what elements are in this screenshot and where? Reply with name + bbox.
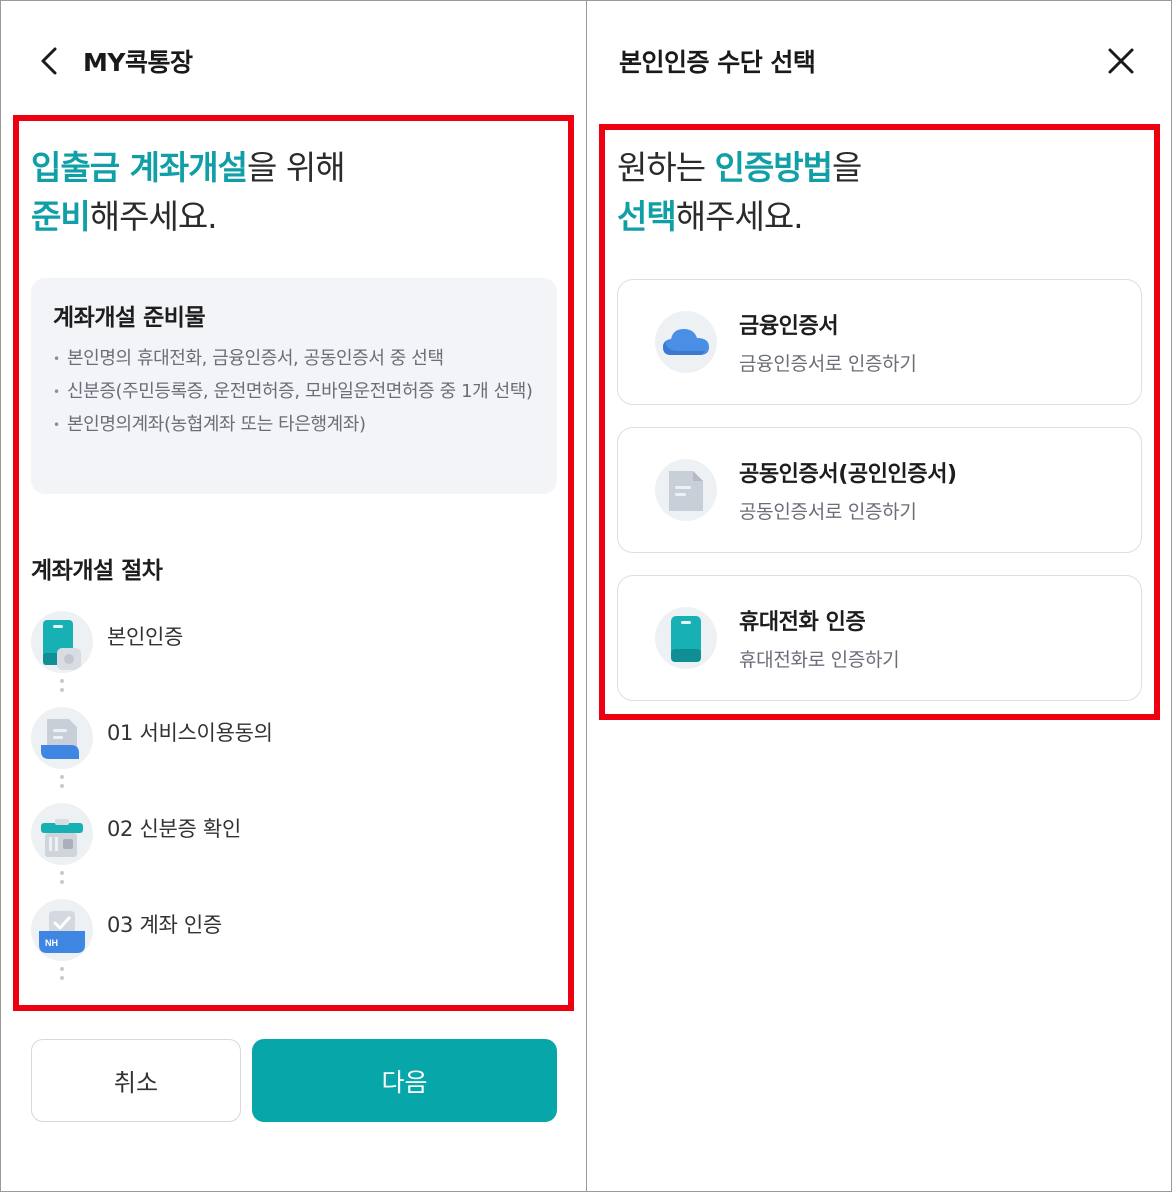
headline-accent: 입출금 계좌개설 [31, 148, 248, 187]
steps-title: 계좌개설 절차 [31, 558, 163, 584]
preparation-item: 본인명의계좌(농협계좌 또는 타은행계좌) [53, 410, 535, 440]
page-title: MY콕통장 [83, 48, 193, 77]
chevron-left-icon [41, 47, 57, 75]
step-connector [60, 967, 64, 985]
headline-text: 을 위해 [247, 148, 346, 187]
cancel-button[interactable]: 취소 [31, 1039, 241, 1122]
headline-accent: 선택 [617, 197, 677, 236]
method-card-joint-cert[interactable]: 공동인증서(공인인증서) 공동인증서로 인증하기 [617, 427, 1142, 553]
headline-text: 해주세요. [89, 197, 218, 236]
step-label: 02 신분증 확인 [107, 817, 241, 841]
close-icon [1108, 48, 1134, 74]
headline-accent: 준비 [31, 197, 91, 236]
step-item: 본인인증 [31, 611, 531, 675]
nh-account-icon: NH [31, 899, 93, 961]
method-card-phone-auth[interactable]: 휴대전화 인증 휴대전화로 인증하기 [617, 575, 1142, 701]
step-label: 03 계좌 인증 [107, 913, 222, 937]
step-connector [60, 775, 64, 793]
method-card-financial-cert[interactable]: 금융인증서 금융인증서로 인증하기 [617, 279, 1142, 405]
preparation-card: 계좌개설 준비물 본인명의 휴대전화, 금융인증서, 공동인증서 중 선택 신분… [31, 278, 557, 494]
preparation-list: 본인명의 휴대전화, 금융인증서, 공동인증서 중 선택 신분증(주민등록증, … [53, 344, 535, 440]
step-connector [60, 679, 64, 697]
app-bar: MY콕통장 [1, 1, 586, 119]
back-button[interactable] [31, 41, 67, 81]
step-connector [60, 871, 64, 889]
headline-text: 을 [832, 148, 862, 187]
app-bar: 본인인증 수단 선택 [587, 1, 1171, 119]
method-name: 금융인증서 [739, 314, 839, 339]
step-item: 02 신분증 확인 [31, 803, 531, 867]
method-description: 금융인증서로 인증하기 [739, 353, 917, 375]
close-button[interactable] [1103, 43, 1139, 79]
preparation-item: 본인명의 휴대전화, 금융인증서, 공동인증서 중 선택 [53, 344, 535, 374]
auth-method-screen: 본인인증 수단 선택 원하는 인증방법을 선택해주세요. 금융인증서 금융인증서… [586, 0, 1172, 1192]
step-label: 본인인증 [107, 625, 184, 649]
phone-auth-icon [31, 611, 93, 673]
step-label: 01 서비스이용동의 [107, 721, 273, 745]
headline-text: 원하는 [617, 148, 715, 187]
cloud-icon [655, 311, 717, 373]
step-item: NH 03 계좌 인증 [31, 899, 531, 963]
headline: 원하는 인증방법을 선택해주세요. [617, 143, 862, 241]
id-card-icon [31, 803, 93, 865]
method-name: 공동인증서(공인인증서) [739, 462, 957, 487]
document-consent-icon [31, 707, 93, 769]
account-opening-screen: MY콕통장 입출금 계좌개설을 위해 준비해주세요. 계좌개설 준비물 본인명의… [0, 0, 587, 1192]
preparation-item: 신분증(주민등록증, 운전면허증, 모바일운전면허증 중 1개 선택) [53, 377, 535, 407]
nh-icon-text: NH [45, 938, 58, 948]
headline: 입출금 계좌개설을 위해 준비해주세요. [31, 143, 346, 241]
method-name: 휴대전화 인증 [739, 610, 866, 635]
headline-text: 해주세요. [675, 197, 804, 236]
method-description: 휴대전화로 인증하기 [739, 649, 900, 671]
phone-icon [655, 607, 717, 669]
document-icon [655, 459, 717, 521]
headline-accent: 인증방법 [714, 148, 833, 187]
step-item: 01 서비스이용동의 [31, 707, 531, 771]
page-title: 본인인증 수단 선택 [619, 48, 816, 77]
next-button[interactable]: 다음 [252, 1039, 557, 1122]
preparation-card-title: 계좌개설 준비물 [53, 305, 206, 331]
method-description: 공동인증서로 인증하기 [739, 501, 917, 523]
